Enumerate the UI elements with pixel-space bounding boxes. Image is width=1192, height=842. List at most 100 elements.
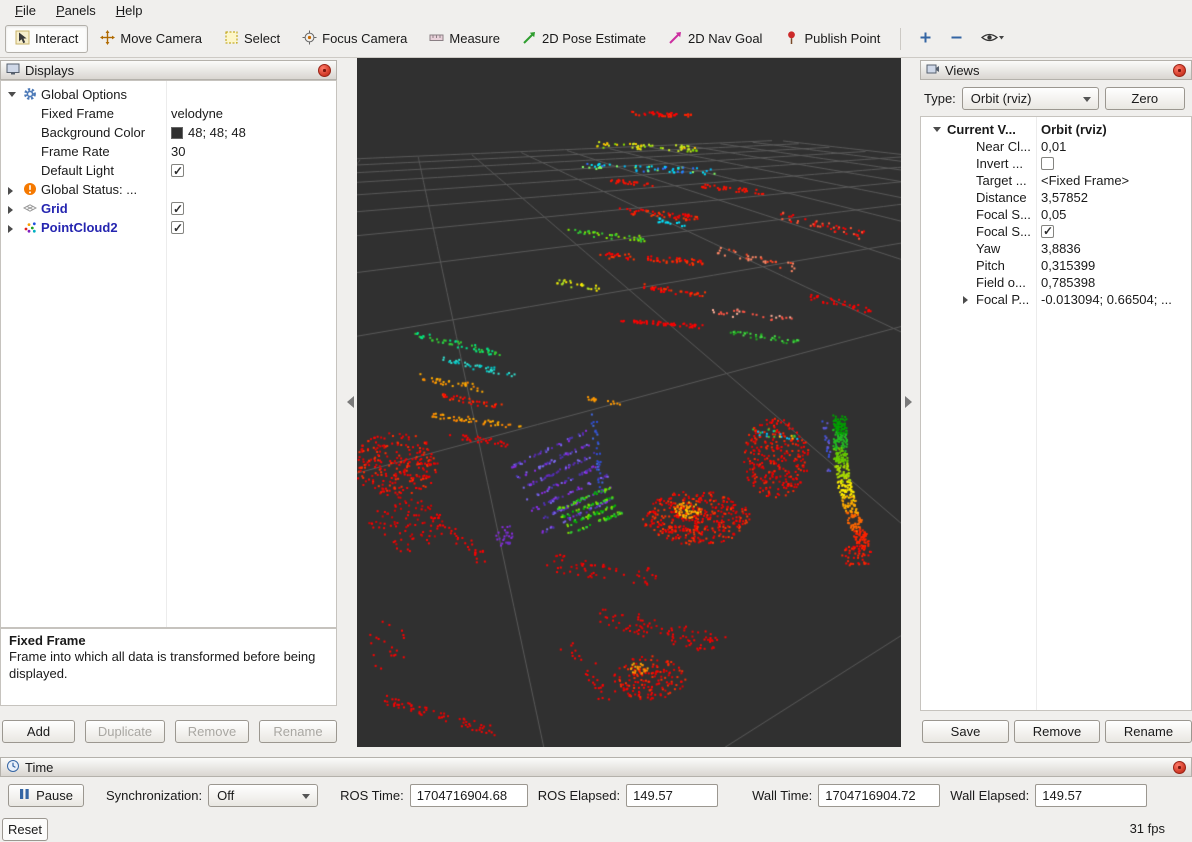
publish-point-tool-label: Publish Point [804,31,880,46]
property-name: Target ... [976,172,1027,189]
view-row-distance[interactable]: Distance 3,57852 [921,189,1191,206]
pointcloud-icon [23,220,37,234]
interact-tool-button[interactable]: Interact [5,25,88,53]
expand-arrow-icon[interactable] [8,187,13,195]
add-tool-button[interactable] [911,26,940,52]
render-viewport [357,58,901,747]
remove-button[interactable]: Remove [175,720,249,743]
near-clip-value[interactable]: 0,01 [1041,138,1066,155]
ros-time-field[interactable]: 1704716904.68 [410,784,528,807]
color-swatch[interactable] [171,127,183,139]
background-color-value[interactable]: 48; 48; 48 [188,123,246,142]
display-name-grid: Grid [41,199,68,218]
tool-visibility-button[interactable] [973,26,1013,52]
displays-close-button[interactable] [318,64,331,77]
ros-elapsed-field[interactable]: 149.57 [626,784,718,807]
nav-goal-tool-button[interactable]: 2D Nav Goal [658,25,772,53]
focal-point-value[interactable]: -0.013094; 0.66504; ... [1041,291,1172,308]
pose-estimate-tool-button[interactable]: 2D Pose Estimate [512,25,656,53]
reset-button[interactable]: Reset [2,818,48,841]
publish-point-tool-button[interactable]: Publish Point [774,25,890,53]
tree-row-grid[interactable]: Grid [1,199,336,218]
tree-row-fixed-frame[interactable]: Fixed Frame velodyne [1,104,336,123]
grid-enabled-checkbox[interactable] [171,202,184,215]
zero-button[interactable]: Zero [1105,87,1185,110]
field-of-view-value[interactable]: 0,785398 [1041,274,1095,291]
menu-file[interactable]: File [6,2,45,19]
eye-icon [981,30,1005,48]
distance-value[interactable]: 3,57852 [1041,189,1088,206]
synchronization-select[interactable]: Off [208,784,318,807]
view-row-pitch[interactable]: Pitch 0,315399 [921,257,1191,274]
expand-arrow-icon[interactable] [8,206,13,214]
save-button[interactable]: Save [922,720,1009,743]
wall-elapsed-field[interactable]: 149.57 [1035,784,1147,807]
focal-shape-size-value[interactable]: 0,05 [1041,206,1066,223]
rename-button[interactable]: Rename [259,720,337,743]
move-camera-icon [100,30,115,48]
expand-arrow-icon[interactable] [933,127,941,132]
remove-tool-button[interactable] [942,26,971,52]
menu-panels[interactable]: Panels [47,2,105,19]
expand-arrow-icon[interactable] [8,225,13,233]
synchronization-value: Off [217,788,234,803]
view-row-near-clip[interactable]: Near Cl... 0,01 [921,138,1191,155]
views-remove-button[interactable]: Remove [1014,720,1100,743]
view-row-focal-shape-fixed[interactable]: Focal S... [921,223,1191,240]
add-button[interactable]: Add [2,720,75,743]
yaw-value[interactable]: 3,8836 [1041,240,1081,257]
menu-bar: File Panels Help [0,0,1192,20]
focus-camera-tool-button[interactable]: Focus Camera [292,25,417,53]
wall-time-field[interactable]: 1704716904.72 [818,784,940,807]
tree-row-default-light[interactable]: Default Light [1,161,336,180]
ros-elapsed-label: ROS Elapsed: [538,788,620,803]
view-row-yaw[interactable]: Yaw 3,8836 [921,240,1191,257]
pause-button[interactable]: Pause [8,784,84,807]
property-name: Fixed Frame [41,104,114,123]
invert-checkbox[interactable] [1041,157,1054,170]
focal-shape-checkbox[interactable] [1041,225,1054,238]
tree-row-global-status[interactable]: Global Status: ... [1,180,336,199]
displays-panel-header: Displays [0,60,337,80]
property-name: Pitch [976,257,1005,274]
view-row-field-of-view[interactable]: Field o... 0,785398 [921,274,1191,291]
splitter-left-arrow-icon[interactable] [347,396,354,408]
displays-tree: Global Options Fixed Frame velodyne Back… [0,80,337,628]
expand-arrow-icon[interactable] [8,92,16,97]
tree-row-frame-rate[interactable]: Frame Rate 30 [1,142,336,161]
grid-icon [23,201,37,215]
select-tool-button[interactable]: Select [214,25,290,53]
target-frame-value[interactable]: <Fixed Frame> [1041,172,1129,189]
property-name: Global Status: ... [41,180,137,199]
duplicate-button[interactable]: Duplicate [85,720,165,743]
time-close-button[interactable] [1173,761,1186,774]
expand-arrow-icon[interactable] [963,296,968,304]
frame-rate-value[interactable]: 30 [171,142,185,161]
pause-label: Pause [36,788,73,803]
view-type-select[interactable]: Orbit (rviz) [962,87,1099,110]
views-rename-button[interactable]: Rename [1105,720,1192,743]
wall-elapsed-value: 149.57 [1042,788,1082,803]
menu-help[interactable]: Help [107,2,152,19]
view-row-current[interactable]: Current V... Orbit (rviz) [921,121,1191,138]
splitter-right-arrow-icon[interactable] [905,396,912,408]
focus-camera-tool-label: Focus Camera [322,31,407,46]
view-row-focal-point[interactable]: Focal P... -0.013094; 0.66504; ... [921,291,1191,308]
default-light-checkbox[interactable] [171,164,184,177]
view-row-target[interactable]: Target ... <Fixed Frame> [921,172,1191,189]
view-row-invert[interactable]: Invert ... [921,155,1191,172]
move-camera-tool-button[interactable]: Move Camera [90,25,212,53]
pointcloud2-enabled-checkbox[interactable] [171,221,184,234]
measure-tool-button[interactable]: Measure [419,25,510,53]
views-close-button[interactable] [1173,64,1186,77]
view-row-focal-shape-size[interactable]: Focal S... 0,05 [921,206,1191,223]
tree-row-background-color[interactable]: Background Color 48; 48; 48 [1,123,336,142]
displays-icon [6,62,20,79]
viewport-canvas[interactable] [357,58,901,747]
interact-tool-label: Interact [35,31,78,46]
property-name: Yaw [976,240,1000,257]
tree-row-global-options[interactable]: Global Options [1,85,336,104]
fixed-frame-value[interactable]: velodyne [171,104,223,123]
tree-row-pointcloud2[interactable]: PointCloud2 [1,218,336,237]
pitch-value[interactable]: 0,315399 [1041,257,1095,274]
